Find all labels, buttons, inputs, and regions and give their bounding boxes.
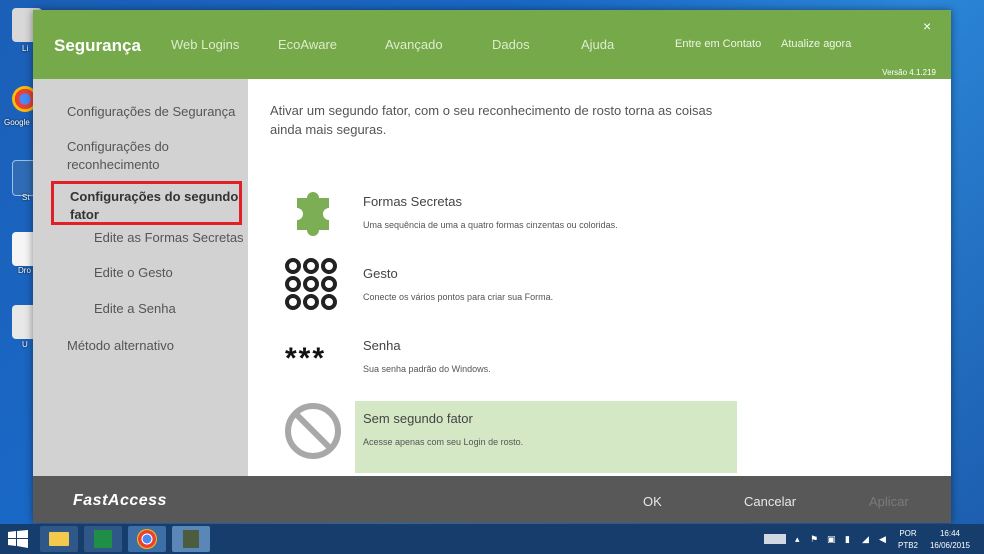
second-factor-line2: fator	[70, 207, 99, 222]
second-factor-line1: Configurações do segundo	[70, 189, 239, 204]
option-gesture-desc: Conecte os vários pontos para criar sua …	[363, 292, 554, 302]
sidebar: Configurações de Segurança Configurações…	[33, 79, 248, 476]
intro-text: Ativar um segundo fator, com o seu recon…	[270, 101, 740, 139]
version-label: Versão 4.1.219	[882, 68, 936, 77]
desktop-icon-3-label: St	[22, 193, 30, 202]
tab-dados[interactable]: Dados	[492, 37, 530, 52]
excel-icon[interactable]	[84, 526, 122, 552]
option-secret-shapes[interactable]: Formas Secretas Uma sequência de uma a q…	[355, 184, 737, 256]
desktop-icon-4-label: Dro	[18, 266, 31, 275]
sidebar-sub-edit-shapes[interactable]: Edite as Formas Secretas	[94, 230, 244, 245]
option-password[interactable]: Senha Sua senha padrão do Windows.	[355, 328, 737, 400]
update-link[interactable]: Atualize agora	[781, 38, 851, 50]
clock-date[interactable]: 16/06/2015	[924, 541, 976, 550]
option-password-desc: Sua senha padrão do Windows.	[363, 364, 491, 374]
option-no-second-factor[interactable]: Sem segundo fator Acesse apenas com seu …	[355, 401, 737, 473]
apply-button[interactable]: Aplicar	[869, 494, 909, 509]
fastaccess-window: Segurança Web Logins EcoAware Avançado D…	[33, 10, 951, 523]
option-gesture-title: Gesto	[363, 266, 398, 281]
intro-line1: Ativar um segundo fator, com o seu recon…	[270, 103, 713, 118]
network-icon[interactable]: ▣	[827, 534, 837, 544]
sidebar-sub-edit-password[interactable]: Edite a Senha	[94, 301, 176, 316]
chevron-up-icon[interactable]: ▴	[795, 534, 805, 544]
sidebar-item-second-factor[interactable]: Configurações do segundo fator	[51, 181, 242, 225]
option-secret-shapes-desc: Uma sequência de uma a quatro formas cin…	[363, 220, 618, 230]
clock-time[interactable]: 16:44	[924, 529, 976, 538]
header-bar: Segurança Web Logins EcoAware Avançado D…	[33, 10, 951, 79]
desktop-icon-5-label: U	[22, 340, 28, 349]
keyboard-layout[interactable]: PTB2	[897, 541, 919, 550]
sidebar-sub-edit-gesture[interactable]: Edite o Gesto	[94, 265, 173, 280]
prohibited-icon	[283, 401, 343, 461]
desktop-icon-2-label: Google	[4, 118, 30, 127]
asterisks-icon: ***	[283, 328, 343, 388]
option-no-second-factor-title: Sem segundo fator	[363, 411, 473, 426]
option-gesture[interactable]: Gesto Conecte os vários pontos para cria…	[355, 256, 737, 328]
sidebar-item-security-settings[interactable]: Configurações de Segurança	[67, 103, 235, 121]
option-no-second-factor-desc: Acesse apenas com seu Login de rosto.	[363, 437, 524, 447]
asterisks-symbol: ***	[285, 342, 327, 375]
puzzle-icon	[283, 184, 343, 244]
flag-icon[interactable]: ⚑	[810, 534, 820, 544]
tab-avancado[interactable]: Avançado	[385, 37, 443, 52]
tab-seguranca[interactable]: Segurança	[54, 36, 141, 56]
taskbar: ▴ ⚑ ▣ ▮ ◢ ◀ POR PTB2 16:44 16/06/2015	[0, 524, 984, 554]
option-secret-shapes-title: Formas Secretas	[363, 194, 462, 209]
language-code[interactable]: POR	[897, 529, 919, 538]
keyboard-icon[interactable]	[764, 534, 786, 544]
battery-icon[interactable]: ▮	[845, 534, 855, 544]
option-password-title: Senha	[363, 338, 401, 353]
sidebar-item-alternative-method[interactable]: Método alternativo	[67, 337, 174, 355]
main-content: Ativar um segundo fator, com o seu recon…	[248, 79, 951, 476]
chrome-icon[interactable]	[128, 526, 166, 552]
cancel-button[interactable]: Cancelar	[744, 494, 796, 509]
windows-start-icon[interactable]	[8, 530, 28, 548]
contact-link[interactable]: Entre em Contato	[675, 38, 761, 50]
desktop-icon-1-label: Li	[22, 44, 29, 53]
close-icon[interactable]: ×	[923, 18, 931, 34]
intro-line2: ainda mais seguras.	[270, 122, 387, 137]
footer-bar: FastAccess OK Cancelar Aplicar	[33, 476, 951, 523]
file-explorer-icon[interactable]	[40, 526, 78, 552]
sidebar-item-second-factor-label: Configurações do segundo fator	[70, 188, 238, 224]
sidebar-item-recognition-settings[interactable]: Configurações do reconhecimento	[67, 138, 169, 174]
sidebar-item-recognition-line2: reconhecimento	[67, 157, 160, 172]
gesture-dots-icon	[283, 256, 343, 316]
sidebar-item-recognition-line1: Configurações do	[67, 139, 169, 154]
volume-icon[interactable]: ◀	[879, 534, 889, 544]
signal-icon[interactable]: ◢	[862, 534, 872, 544]
ok-button[interactable]: OK	[643, 494, 662, 509]
tab-ajuda[interactable]: Ajuda	[581, 37, 614, 52]
fastaccess-taskbar-icon[interactable]	[172, 526, 210, 552]
fastaccess-logo: FastAccess	[73, 492, 167, 509]
tab-ecoaware[interactable]: EcoAware	[278, 37, 337, 52]
tab-web-logins[interactable]: Web Logins	[171, 37, 239, 52]
